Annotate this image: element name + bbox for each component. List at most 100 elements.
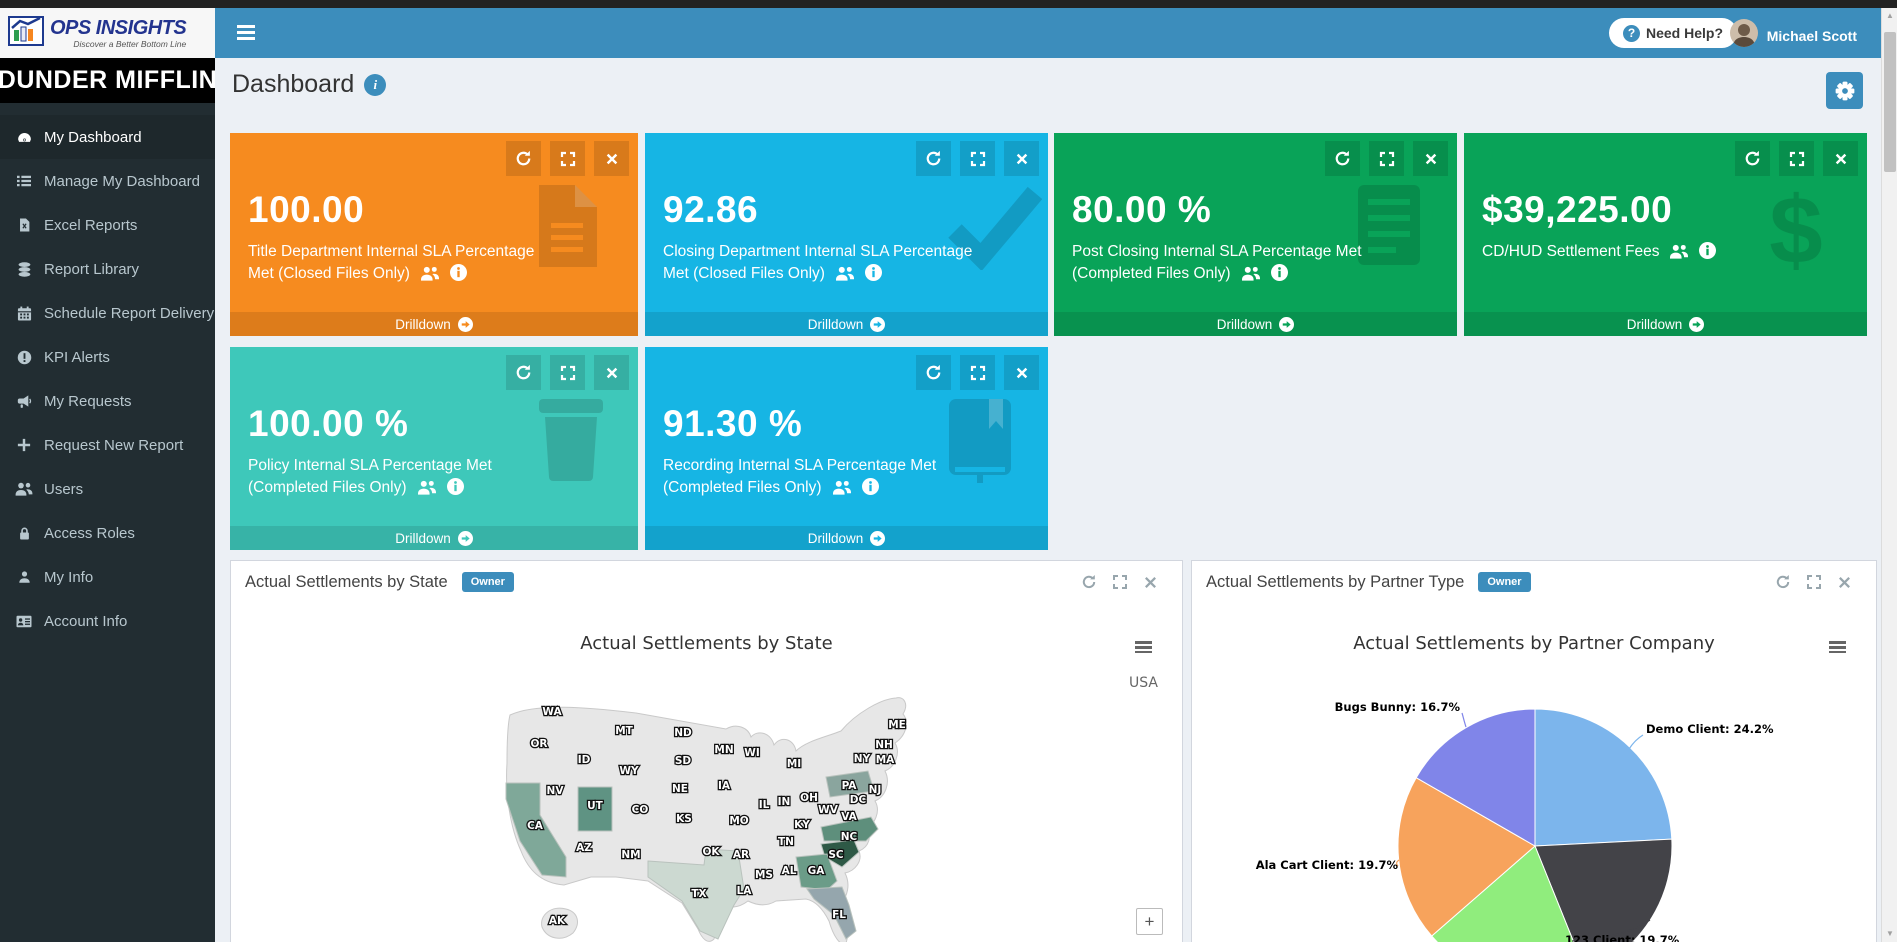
map-state-label-NV[interactable]: NV xyxy=(547,785,565,797)
map-state-label-FL[interactable]: FL xyxy=(832,909,846,921)
tile-expand-icon[interactable] xyxy=(1779,141,1814,176)
tile-close-icon[interactable] xyxy=(594,355,629,390)
panel-refresh-icon[interactable] xyxy=(1081,574,1097,590)
sidebar-item-manage-my-dashboard[interactable]: Manage My Dashboard xyxy=(0,159,215,203)
map-state-label-CA[interactable]: CA xyxy=(527,820,544,832)
map-state-label-DC[interactable]: DC xyxy=(850,794,867,806)
tile-refresh-icon[interactable] xyxy=(916,141,951,176)
tile-expand-icon[interactable] xyxy=(550,141,585,176)
panel-close-icon[interactable] xyxy=(1837,575,1852,590)
us-map-chart[interactable]: WAORIDMTNDSDMNWIMIMENHNYMAWYNEIANVUTCACO… xyxy=(496,693,916,942)
map-state-label-MS[interactable]: MS xyxy=(755,869,773,881)
tile-close-icon[interactable] xyxy=(1004,355,1039,390)
scroll-up-arrow[interactable]: ▲ xyxy=(1882,8,1897,24)
sidebar-item-report-library[interactable]: Report Library xyxy=(0,247,215,291)
tile-expand-icon[interactable] xyxy=(960,141,995,176)
map-state-label-IA[interactable]: IA xyxy=(718,780,731,792)
tile-refresh-icon[interactable] xyxy=(1735,141,1770,176)
panel-refresh-icon[interactable] xyxy=(1775,574,1791,590)
map-state-label-MI[interactable]: MI xyxy=(787,758,801,770)
sidebar-item-excel-reports[interactable]: Excel Reports xyxy=(0,203,215,247)
tile-expand-icon[interactable] xyxy=(1369,141,1404,176)
sidebar-item-schedule-report-delivery[interactable]: Schedule Report Delivery xyxy=(0,291,215,335)
sidebar-item-kpi-alerts[interactable]: KPI Alerts xyxy=(0,335,215,379)
map-state-label-KS[interactable]: KS xyxy=(676,813,692,825)
tile-close-icon[interactable] xyxy=(1413,141,1448,176)
drilldown-button[interactable]: Drilldown xyxy=(1054,312,1457,336)
sidebar-item-request-new-report[interactable]: Request New Report xyxy=(0,423,215,467)
panel-expand-icon[interactable] xyxy=(1112,574,1128,590)
map-state-label-IL[interactable]: IL xyxy=(759,799,770,811)
sidebar-item-users[interactable]: Users xyxy=(0,467,215,511)
dashboard-settings-button[interactable] xyxy=(1826,72,1863,109)
tile-close-icon[interactable] xyxy=(1823,141,1858,176)
tile-close-icon[interactable] xyxy=(594,141,629,176)
map-state-label-KY[interactable]: KY xyxy=(794,819,810,831)
map-state-label-MO[interactable]: MO xyxy=(729,815,748,827)
map-state-label-SD[interactable]: SD xyxy=(675,755,692,767)
map-state-label-CO[interactable]: CO xyxy=(632,804,649,816)
need-help-button[interactable]: ? Need Help? xyxy=(1609,18,1737,48)
sidebar-item-my-info[interactable]: My Info xyxy=(0,555,215,599)
info-icon[interactable] xyxy=(865,264,882,288)
sidebar-item-my-dashboard[interactable]: My Dashboard xyxy=(0,115,215,159)
map-state-label-NJ[interactable]: NJ xyxy=(869,784,882,796)
map-state-label-AL[interactable]: AL xyxy=(782,865,797,877)
tile-close-icon[interactable] xyxy=(1004,141,1039,176)
map-state-label-OH[interactable]: OH xyxy=(800,792,818,804)
scroll-down-arrow[interactable]: ▼ xyxy=(1882,926,1897,942)
info-icon[interactable] xyxy=(450,264,467,288)
map-state-label-NE[interactable]: NE xyxy=(672,783,688,795)
map-state-label-UT[interactable]: UT xyxy=(587,800,604,812)
tile-refresh-icon[interactable] xyxy=(916,355,951,390)
drilldown-button[interactable]: Drilldown xyxy=(645,312,1048,336)
panel-expand-icon[interactable] xyxy=(1806,574,1822,590)
map-state-label-LA[interactable]: LA xyxy=(737,885,753,897)
map-state-label-AZ[interactable]: AZ xyxy=(576,842,592,854)
info-icon[interactable] xyxy=(862,478,879,502)
map-state-label-MA[interactable]: MA xyxy=(876,754,895,766)
page-scrollbar[interactable]: ▲ ▼ xyxy=(1881,8,1897,942)
map-state-label-SC[interactable]: SC xyxy=(828,849,844,861)
map-state-label-AK[interactable]: AK xyxy=(549,915,566,927)
sidebar-item-account-info[interactable]: Account Info xyxy=(0,599,215,643)
map-state-label-NY[interactable]: NY xyxy=(854,753,871,765)
map-state-label-ND[interactable]: ND xyxy=(674,727,692,739)
map-state-label-MN[interactable]: MN xyxy=(714,744,733,756)
map-state-label-TN[interactable]: TN xyxy=(778,836,794,848)
map-state-label-WA[interactable]: WA xyxy=(542,706,562,718)
map-state-label-ID[interactable]: ID xyxy=(578,754,591,766)
map-state-label-IN[interactable]: IN xyxy=(778,796,791,808)
user-menu[interactable]: Michael Scott xyxy=(1730,19,1857,52)
pie-chart[interactable]: Demo Client: 24.2%123 Client: 19.7%Ala C… xyxy=(1192,603,1878,942)
page-info-icon[interactable]: i xyxy=(364,74,386,96)
drilldown-button[interactable]: Drilldown xyxy=(1464,312,1867,336)
map-zoom-in-button[interactable]: + xyxy=(1136,908,1163,935)
map-state-label-WY[interactable]: WY xyxy=(619,765,639,777)
map-state-label-NC[interactable]: NC xyxy=(841,831,858,843)
map-state-label-PA[interactable]: PA xyxy=(842,780,858,792)
sidebar-item-access-roles[interactable]: Access Roles xyxy=(0,511,215,555)
tile-refresh-icon[interactable] xyxy=(506,355,541,390)
info-icon[interactable] xyxy=(1699,242,1716,266)
map-state-label-VA[interactable]: VA xyxy=(841,811,857,823)
map-state-label-OK[interactable]: OK xyxy=(702,846,720,858)
drilldown-button[interactable]: Drilldown xyxy=(230,312,638,336)
chart-context-menu-icon[interactable] xyxy=(1135,639,1152,656)
tile-expand-icon[interactable] xyxy=(960,355,995,390)
map-state-label-WI[interactable]: WI xyxy=(744,747,760,759)
map-state-label-AR[interactable]: AR xyxy=(733,849,749,861)
panel-close-icon[interactable] xyxy=(1143,575,1158,590)
sidebar-toggle-icon[interactable] xyxy=(237,22,257,44)
map-state-label-GA[interactable]: GA xyxy=(808,865,826,877)
tile-refresh-icon[interactable] xyxy=(506,141,541,176)
map-state-label-MT[interactable]: MT xyxy=(615,725,633,737)
map-state-label-NM[interactable]: NM xyxy=(621,849,640,861)
drilldown-button[interactable]: Drilldown xyxy=(230,526,638,550)
tile-refresh-icon[interactable] xyxy=(1325,141,1360,176)
map-state-label-TX[interactable]: TX xyxy=(691,888,706,900)
sidebar-item-my-requests[interactable]: My Requests xyxy=(0,379,215,423)
map-state-label-NH[interactable]: NH xyxy=(875,739,893,751)
scroll-thumb[interactable] xyxy=(1884,32,1896,172)
info-icon[interactable] xyxy=(447,478,464,502)
